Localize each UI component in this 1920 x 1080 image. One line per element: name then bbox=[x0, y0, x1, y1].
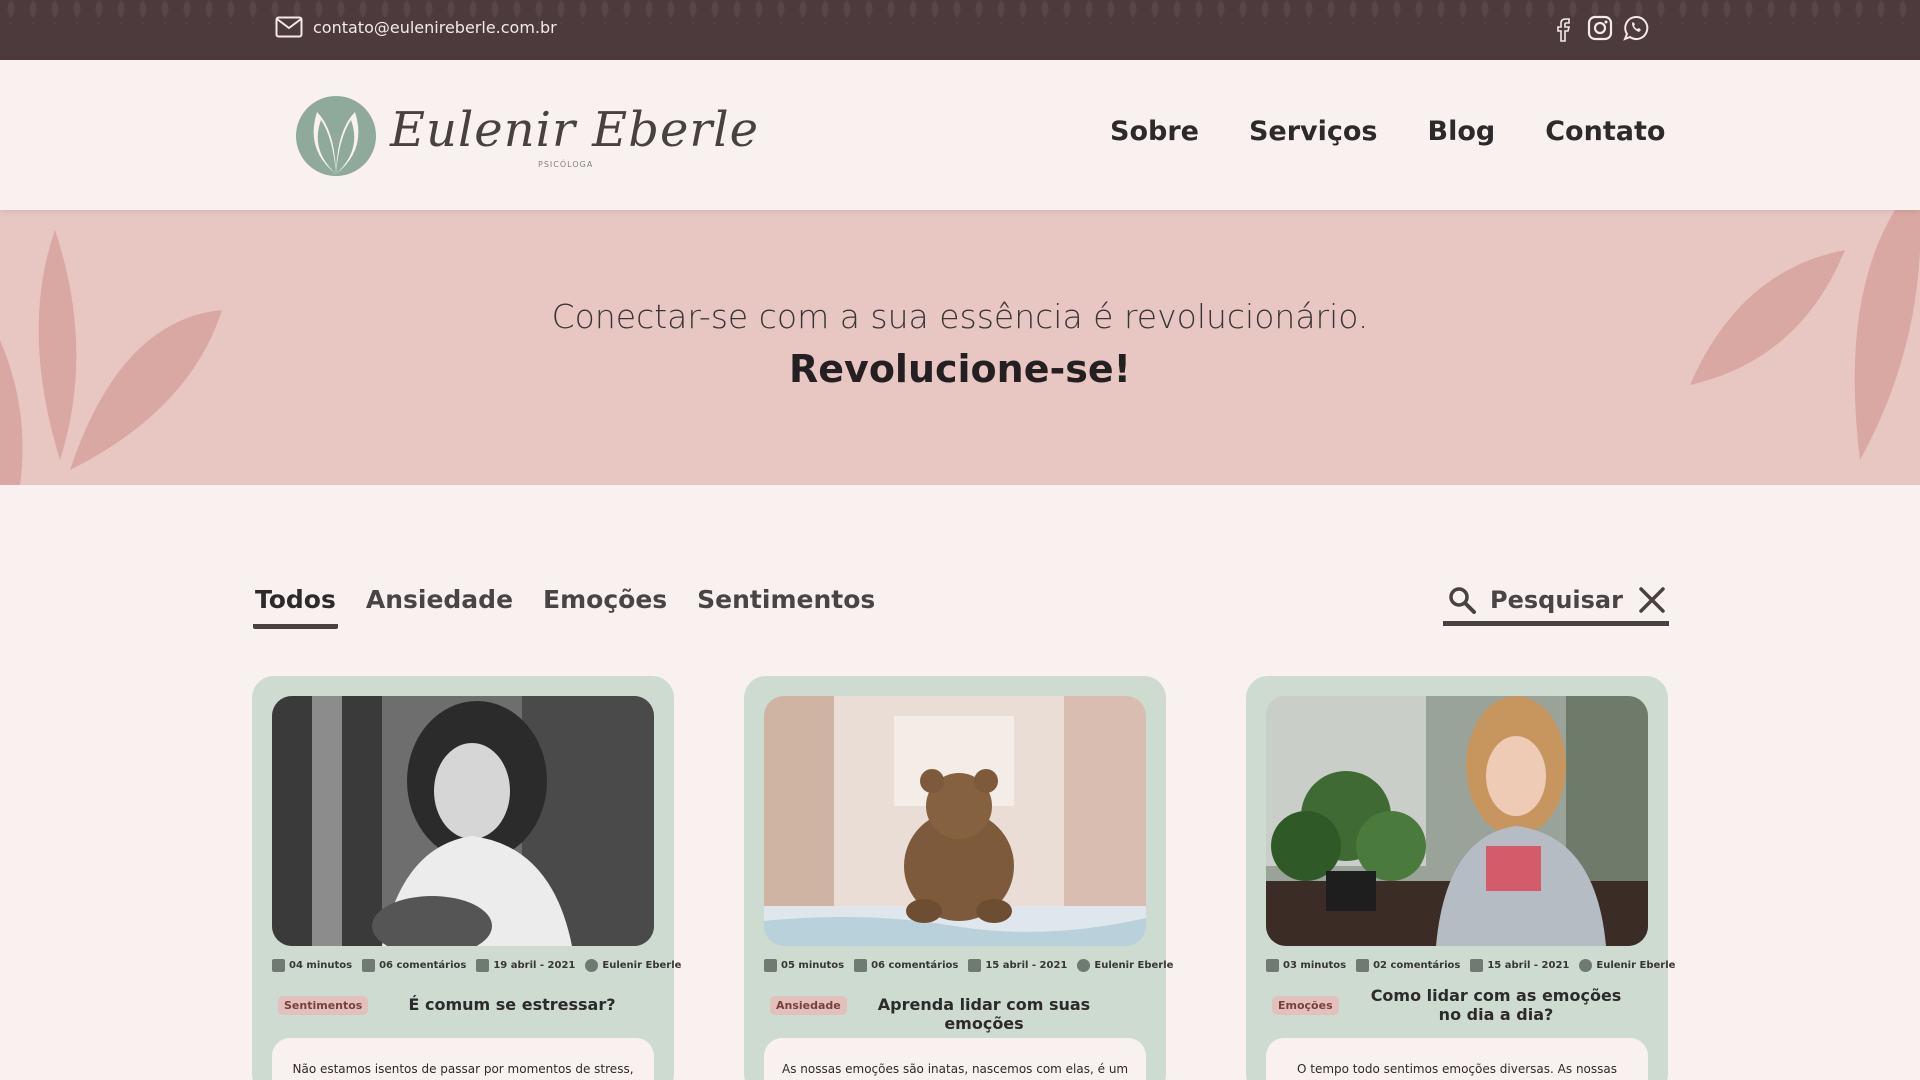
nav-sobre[interactable]: Sobre bbox=[1110, 116, 1199, 147]
card-excerpt: O tempo todo sentimos emoções diversas. … bbox=[1266, 1038, 1648, 1080]
category-badge[interactable]: Emoções bbox=[1272, 996, 1339, 1015]
user-icon bbox=[1077, 959, 1091, 972]
comments-count: 06 comentários bbox=[871, 960, 959, 971]
author-name: Eulenir Eberle bbox=[1094, 960, 1174, 971]
nav-contato[interactable]: Contato bbox=[1545, 116, 1665, 147]
read-time: 04 minutos bbox=[289, 960, 353, 971]
email-text: contato@eulenireberle.com.br bbox=[313, 17, 557, 37]
read-time: 03 minutos bbox=[1283, 960, 1347, 971]
hero-tagline: Conectar-se com a sua essência é revoluc… bbox=[551, 297, 1369, 336]
card-excerpt: Não estamos isentos de passar por moment… bbox=[272, 1038, 654, 1080]
user-icon bbox=[585, 959, 599, 972]
card-title[interactable]: Como lidar com as emoções no dia a dia? bbox=[1366, 986, 1626, 1024]
comments-count: 02 comentários bbox=[1373, 960, 1461, 971]
card-meta: 03 minutos 02 comentários 15 abril - 202… bbox=[1266, 959, 1675, 972]
document-icon bbox=[272, 959, 285, 972]
user-icon bbox=[1579, 959, 1593, 972]
tab-ansiedade[interactable]: Ansiedade bbox=[364, 585, 515, 629]
card-title[interactable]: Aprenda lidar com suas emoções bbox=[844, 995, 1124, 1033]
close-icon[interactable] bbox=[1638, 586, 1666, 614]
hero-headline: Revolucione-se! bbox=[789, 347, 1131, 391]
search-box bbox=[1443, 578, 1669, 626]
document-icon bbox=[764, 959, 777, 972]
instagram-icon[interactable] bbox=[1586, 14, 1614, 42]
blog-card[interactable]: 05 minutos 06 comentários 15 abril - 202… bbox=[744, 676, 1173, 1080]
blog-card[interactable]: 03 minutos 02 comentários 15 abril - 202… bbox=[1246, 676, 1675, 1080]
category-badge[interactable]: Sentimentos bbox=[278, 996, 369, 1015]
tab-todos[interactable]: Todos bbox=[253, 585, 338, 629]
card-image[interactable] bbox=[272, 696, 654, 946]
card-meta: 05 minutos 06 comentários 15 abril - 202… bbox=[764, 959, 1173, 972]
tab-emocoes[interactable]: Emoções bbox=[541, 585, 669, 629]
logo[interactable]: Eulenir Eberle PSICÓLOGA bbox=[295, 90, 758, 180]
calendar-icon bbox=[968, 959, 982, 972]
leaf-logo-icon bbox=[296, 96, 376, 176]
calendar-icon bbox=[476, 959, 490, 972]
contact-email[interactable]: contato@eulenireberle.com.br bbox=[275, 16, 557, 38]
category-filters: Todos Ansiedade Emoções Sentimentos bbox=[253, 585, 877, 629]
logo-name: Eulenir Eberle bbox=[390, 102, 760, 158]
author-name: Eulenir Eberle bbox=[602, 960, 682, 971]
author-name: Eulenir Eberle bbox=[1596, 960, 1676, 971]
comment-icon bbox=[362, 959, 376, 972]
search-input[interactable] bbox=[1490, 585, 1630, 614]
top-bar: contato@eulenireberle.com.br bbox=[0, 0, 1920, 60]
post-date: 15 abril - 2021 bbox=[1487, 960, 1570, 971]
hero-banner: Conectar-se com a sua essência é revoluc… bbox=[0, 210, 1920, 485]
site-header: Eulenir Eberle PSICÓLOGA Sobre Serviços … bbox=[0, 60, 1920, 210]
comment-icon bbox=[854, 959, 868, 972]
post-date: 15 abril - 2021 bbox=[985, 960, 1068, 971]
comments-count: 06 comentários bbox=[379, 960, 467, 971]
logo-subtitle: PSICÓLOGA bbox=[538, 160, 594, 169]
card-image[interactable] bbox=[1266, 696, 1648, 946]
social-links bbox=[1550, 14, 1650, 42]
post-date: 19 abril - 2021 bbox=[493, 960, 576, 971]
card-excerpt: As nossas emoções são inatas, nascemos c… bbox=[764, 1038, 1146, 1080]
mail-icon bbox=[275, 16, 303, 38]
document-icon bbox=[1266, 959, 1279, 972]
whatsapp-icon[interactable] bbox=[1622, 14, 1650, 42]
card-meta: 04 minutos 06 comentários 19 abril - 202… bbox=[272, 959, 681, 972]
comment-icon bbox=[1356, 959, 1370, 972]
tab-sentimentos[interactable]: Sentimentos bbox=[695, 585, 877, 629]
read-time: 05 minutos bbox=[781, 960, 845, 971]
blog-card[interactable]: 04 minutos 06 comentários 19 abril - 202… bbox=[252, 676, 681, 1080]
search-icon[interactable] bbox=[1448, 586, 1476, 614]
calendar-icon bbox=[1470, 959, 1484, 972]
category-badge[interactable]: Ansiedade bbox=[770, 996, 847, 1015]
nav-blog[interactable]: Blog bbox=[1428, 116, 1496, 147]
card-image[interactable] bbox=[764, 696, 1146, 946]
main-nav: Sobre Serviços Blog Contato bbox=[1110, 116, 1665, 147]
card-title[interactable]: É comum se estressar? bbox=[387, 995, 637, 1014]
facebook-icon[interactable] bbox=[1550, 14, 1578, 42]
nav-servicos[interactable]: Serviços bbox=[1249, 116, 1378, 147]
